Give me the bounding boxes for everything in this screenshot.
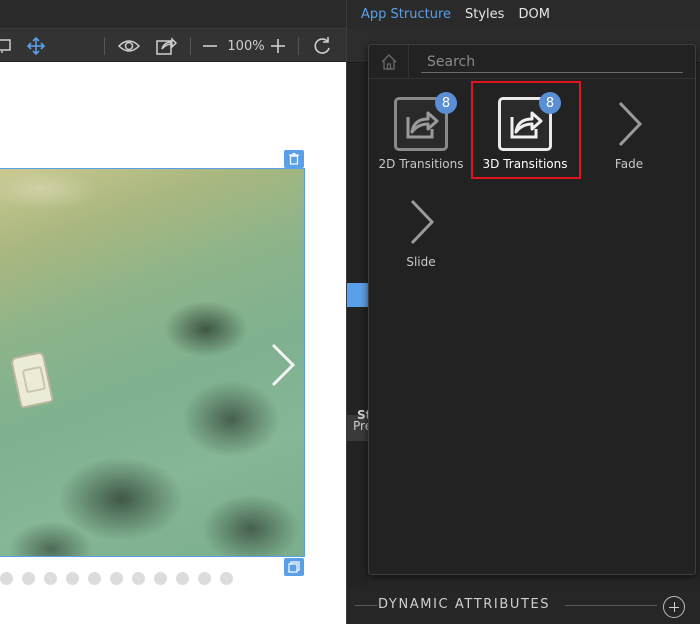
carousel-dot[interactable] (22, 572, 35, 585)
carousel-dot[interactable] (88, 572, 101, 585)
share-icon[interactable] (154, 35, 178, 57)
delete-icon[interactable] (284, 150, 304, 168)
carousel-dot[interactable] (0, 572, 13, 585)
top-strip (0, 0, 346, 29)
carousel-dot[interactable] (44, 572, 57, 585)
toolbar-separator (104, 37, 105, 55)
carousel-dot[interactable] (176, 572, 189, 585)
tab-styles[interactable]: Styles (465, 7, 504, 22)
chevron-right-icon (618, 101, 643, 147)
item-label: Slide (406, 255, 436, 269)
count-badge: 8 (435, 92, 457, 114)
tools-row: 100% (0, 29, 346, 62)
refresh-icon[interactable] (310, 35, 334, 57)
add-attribute-icon[interactable] (663, 596, 685, 618)
item-2d-transitions[interactable]: 8 2D Transitions (377, 92, 465, 171)
divider (355, 605, 377, 606)
item-label: 3D Transitions (482, 157, 568, 171)
share-arrow-icon: 8 (394, 92, 457, 151)
item-label: Fade (614, 157, 644, 171)
image-carousel[interactable] (0, 168, 305, 557)
move-icon[interactable] (24, 35, 48, 57)
eye-icon[interactable] (116, 35, 142, 57)
carousel-dot[interactable] (154, 572, 167, 585)
divider (565, 605, 657, 606)
carousel-dot[interactable] (198, 572, 211, 585)
carousel-indicators (0, 572, 233, 585)
structure-tree: Pre (347, 63, 369, 624)
home-icon[interactable] (369, 45, 409, 79)
device-preview-icon[interactable] (0, 35, 14, 57)
transitions-popup: 8 2D Transitions 8 3D Transitions Fade S… (368, 44, 696, 575)
designer-toolbar: 100% (0, 0, 346, 62)
zoom-in-icon[interactable] (268, 35, 288, 57)
item-label: 2D Transitions (378, 157, 464, 171)
carousel-next-icon[interactable] (269, 341, 299, 389)
selected-tree-item[interactable] (347, 283, 369, 307)
chevron-right-icon (410, 199, 435, 245)
toolbar-separator (190, 37, 191, 55)
tab-dom[interactable]: DOM (518, 7, 549, 22)
item-3d-transitions[interactable]: 8 3D Transitions (481, 92, 569, 171)
carousel-dot[interactable] (132, 572, 145, 585)
item-fade[interactable]: Fade (585, 97, 673, 171)
duplicate-icon[interactable] (284, 558, 304, 576)
carousel-dot[interactable] (66, 572, 79, 585)
count-badge: 8 (539, 92, 561, 114)
search-input[interactable] (421, 51, 683, 73)
tab-app-structure[interactable]: App Structure (361, 7, 451, 22)
dynamic-attributes-bar: DYNAMIC ATTRIBUTES (347, 588, 700, 624)
share-arrow-icon: 8 (498, 92, 561, 151)
zoom-level: 100% (226, 35, 266, 57)
zoom-out-icon[interactable] (200, 35, 220, 57)
zoom-level-text: 100% (227, 38, 265, 54)
carousel-dot[interactable] (220, 572, 233, 585)
toolbar-separator (298, 37, 299, 55)
popup-search-row (369, 45, 695, 79)
dynamic-attributes-label: DYNAMIC ATTRIBUTES (378, 597, 551, 612)
carousel-dot[interactable] (110, 572, 123, 585)
panel-tabs: App Structure Styles DOM (347, 0, 700, 29)
boat-image-detail (9, 351, 55, 409)
item-slide[interactable]: Slide (377, 195, 465, 269)
